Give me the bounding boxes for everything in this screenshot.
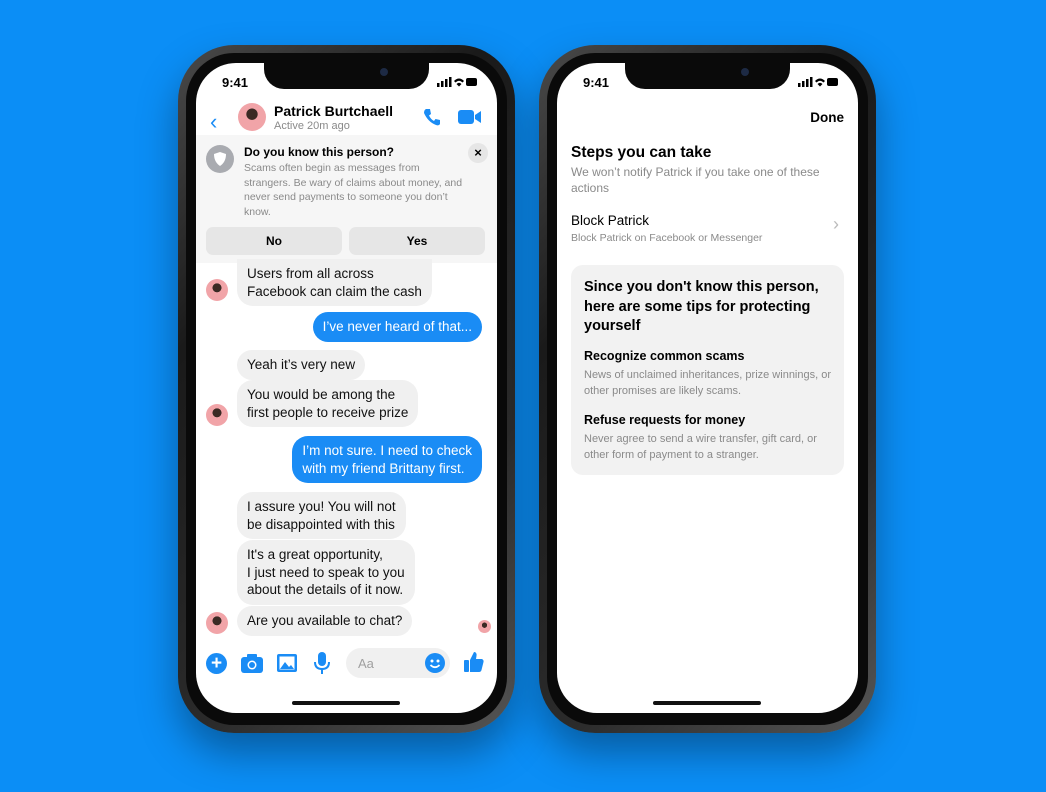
phone-call-icon[interactable] [422, 107, 442, 127]
close-icon[interactable]: × [468, 143, 488, 163]
steps-subtitle: We won’t notify Patrick if you take one … [571, 165, 820, 195]
message-bubble: I’m not sure. I need to check with my fr… [292, 436, 482, 483]
notch [625, 63, 790, 89]
steps-screen: 9:41 Done Steps you can take We won’t no… [557, 63, 858, 713]
yes-button[interactable]: Yes [349, 227, 485, 255]
like-thumb-icon[interactable] [464, 651, 484, 673]
notch [264, 63, 429, 89]
status-time: 9:41 [583, 75, 610, 90]
home-indicator [653, 701, 761, 705]
message-bubble: I’ve never heard of that... [312, 312, 482, 342]
sender-avatar [206, 279, 228, 301]
message-bubble: Yeah it’s very new [237, 350, 366, 380]
contact-status: Active 20m ago [274, 120, 350, 132]
warning-body: Scams often begin as messages from stran… [244, 162, 463, 218]
microphone-icon[interactable] [314, 652, 330, 674]
emoji-icon[interactable] [425, 653, 445, 673]
block-subtitle: Block Patrick on Facebook or Messenger [571, 232, 763, 244]
video-call-icon[interactable] [458, 109, 482, 125]
tip-title: Recognize common scams [584, 349, 745, 363]
done-button[interactable]: Done [810, 110, 844, 125]
tips-title: Since you don't know this person, here a… [584, 279, 819, 334]
steps-title: Steps you can take [571, 144, 712, 161]
sender-avatar [206, 404, 228, 426]
home-indicator [292, 701, 400, 705]
no-button[interactable]: No [206, 227, 342, 255]
tip-body: News of unclaimed inheritances, prize wi… [584, 369, 832, 397]
tips-card: Since you don't know this person, here a… [571, 265, 844, 475]
camera-icon[interactable] [241, 654, 263, 673]
tip-title: Refuse requests for money [584, 413, 746, 427]
status-time: 9:41 [222, 75, 249, 90]
block-title: Block Patrick [571, 213, 650, 228]
read-receipt-avatar [478, 620, 491, 633]
warning-title: Do you know this person? [244, 145, 395, 159]
chevron-right-icon: › [833, 214, 839, 234]
photo-icon[interactable] [277, 654, 297, 672]
contact-avatar[interactable] [238, 103, 266, 131]
sender-avatar [206, 612, 228, 634]
shield-icon [206, 145, 234, 173]
back-chevron-icon[interactable]: ‹ [210, 109, 217, 135]
contact-name[interactable]: Patrick Burtchaell [274, 103, 393, 119]
message-bubble: Are you available to chat? [237, 606, 413, 636]
tip-body: Never agree to send a wire transfer, gif… [584, 433, 817, 461]
status-icons [798, 77, 838, 87]
message-bubble: I assure you! You will not be disappoint… [237, 492, 406, 539]
phone-steps: 9:41 Done Steps you can take We won’t no… [539, 45, 876, 733]
message-input[interactable]: Aa [346, 648, 450, 678]
chat-screen: 9:41 ‹ Patrick Burtchaell Active 20m ago… [196, 63, 497, 713]
message-bubble: You would be among the first people to r… [237, 380, 419, 427]
message-input-placeholder: Aa [358, 656, 374, 671]
block-patrick-row[interactable]: Block Patrick Block Patrick on Facebook … [557, 208, 858, 248]
plus-icon[interactable]: + [206, 653, 227, 674]
message-bubble: Users from all across Facebook can claim… [237, 259, 432, 306]
message-bubble: It's a great opportunity, I just need to… [237, 540, 415, 605]
status-icons [437, 77, 477, 87]
phone-chat: 9:41 ‹ Patrick Burtchaell Active 20m ago… [178, 45, 515, 733]
